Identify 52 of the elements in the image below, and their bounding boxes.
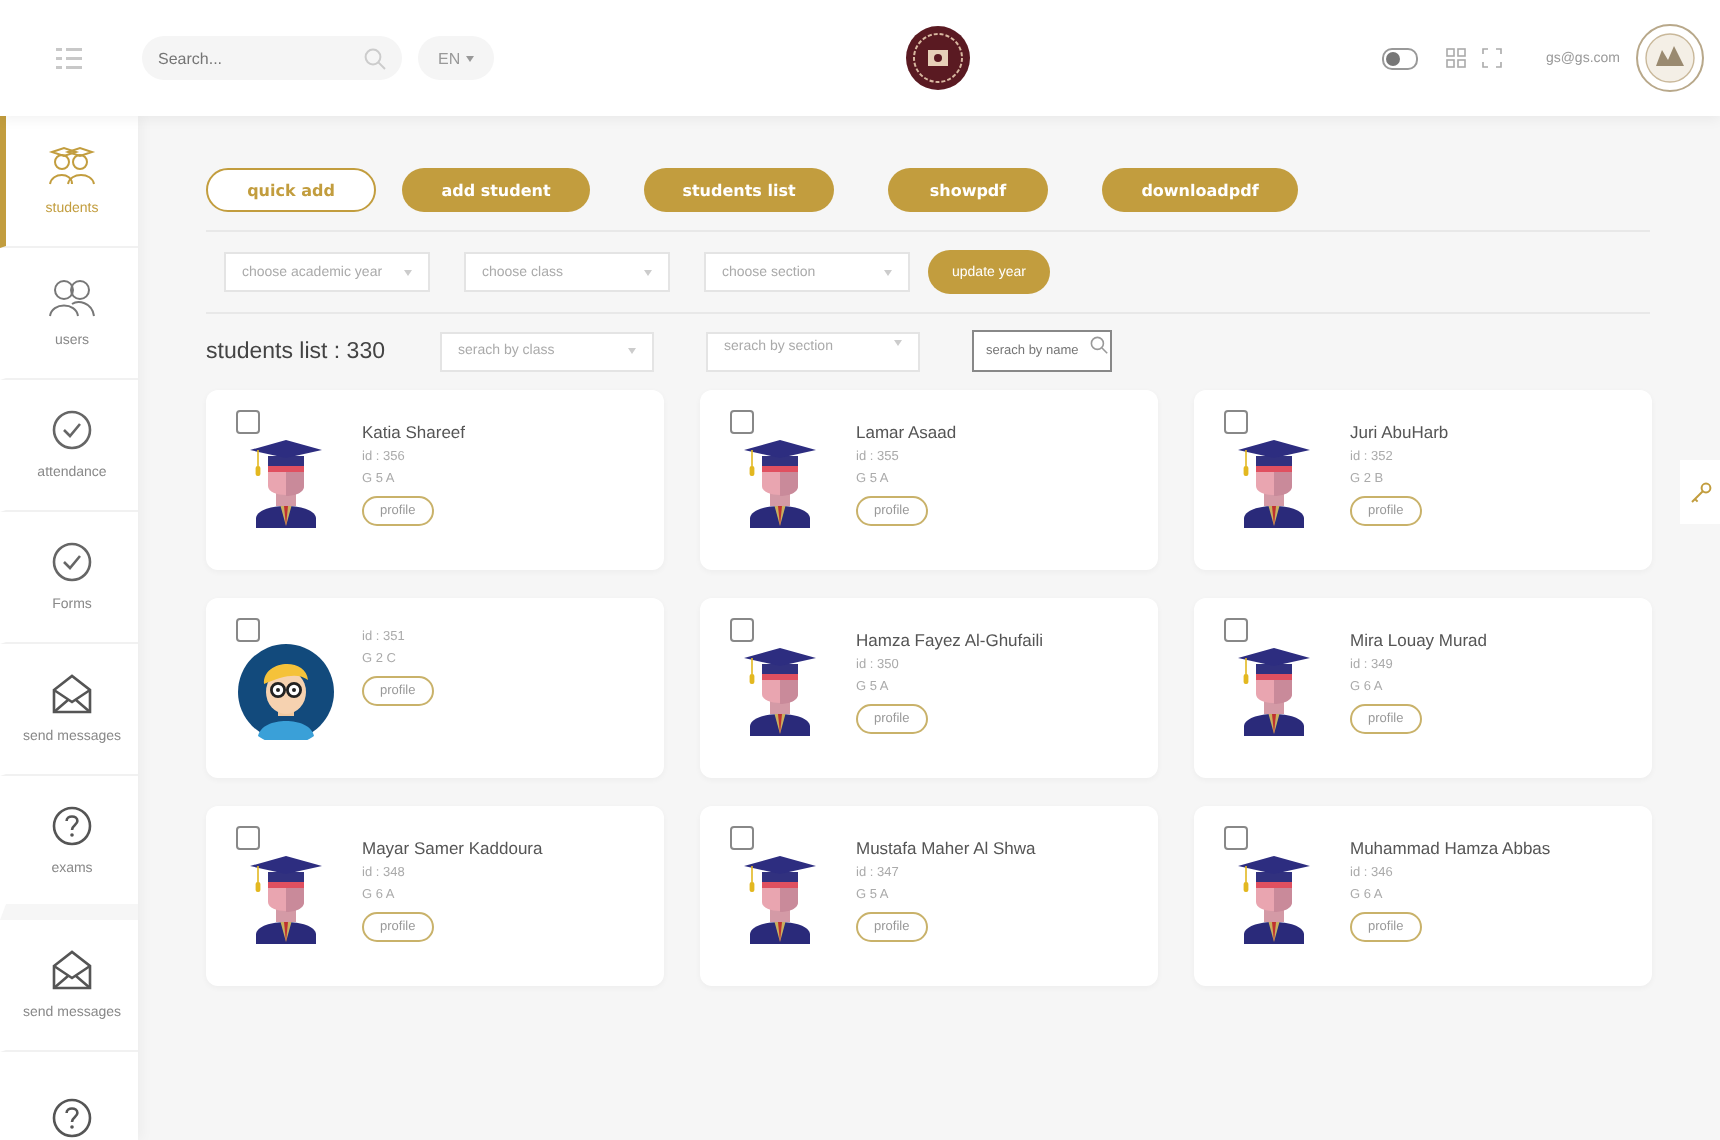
search-field[interactable]: Search... <box>142 36 402 80</box>
students-icon <box>48 146 96 186</box>
graduate-avatar-drawing <box>250 854 322 946</box>
boy-avatar-drawing <box>238 644 334 740</box>
action-button[interactable]: quick add <box>206 168 376 212</box>
student-name: Mustafa Maher Al Shwa <box>856 838 1036 858</box>
action-button[interactable]: students list <box>644 168 834 212</box>
select-checkbox[interactable] <box>236 410 260 434</box>
select-checkbox[interactable] <box>1224 410 1248 434</box>
fullscreen-icon[interactable] <box>1481 48 1502 68</box>
help-icon <box>52 805 92 845</box>
student-name: Katia Shareef <box>362 422 466 442</box>
students-count-title: students list : 330 <box>206 339 387 363</box>
envelope-icon <box>52 674 92 714</box>
school-emblem-avatar[interactable] <box>1636 24 1704 92</box>
search-icon <box>364 47 386 69</box>
student-name: Lamar Asaad <box>856 422 957 442</box>
student-name: Mira Louay Murad <box>1350 630 1488 650</box>
envelope-icon <box>52 950 92 990</box>
graduate-avatar-drawing <box>250 438 322 530</box>
graduate-avatar-drawing <box>1238 854 1310 946</box>
graduate-avatar-drawing <box>744 854 816 946</box>
action-button[interactable]: downloadpdf <box>1102 168 1298 212</box>
select-checkbox[interactable] <box>730 410 754 434</box>
select-checkbox[interactable] <box>1224 618 1248 642</box>
graduate-avatar-drawing <box>744 646 816 738</box>
select-checkbox[interactable] <box>730 618 754 642</box>
users-icon <box>48 278 96 318</box>
school-logo <box>906 26 971 90</box>
select-checkbox[interactable] <box>236 618 260 642</box>
student-name: Juri AbuHarb <box>1350 422 1449 442</box>
language-dropdown[interactable]: EN <box>418 36 495 80</box>
search-icon <box>1090 336 1108 354</box>
student-name: Muhammad Hamza Abbas <box>1350 838 1551 858</box>
select-checkbox[interactable] <box>730 826 754 850</box>
action-button[interactable]: add student <box>402 168 590 212</box>
check-circle-icon <box>52 542 92 582</box>
select-checkbox[interactable] <box>1224 826 1248 850</box>
settings-tab[interactable] <box>1680 460 1720 524</box>
grid-icon[interactable] <box>1445 48 1466 68</box>
dark-mode-toggle[interactable] <box>1381 47 1418 69</box>
student-name: Mayar Samer Kaddoura <box>362 838 543 858</box>
graduate-avatar-drawing <box>1238 646 1310 738</box>
graduate-avatar-drawing <box>1238 438 1310 530</box>
graduate-avatar-drawing <box>744 438 816 530</box>
check-circle-icon <box>52 410 92 450</box>
student-name: Hamza Fayez Al-Ghufaili <box>856 630 1044 650</box>
action-button[interactable]: showpdf <box>888 168 1048 212</box>
caret-icon <box>466 55 475 61</box>
key-icon <box>1689 481 1711 503</box>
help-icon <box>52 1097 92 1137</box>
select-checkbox[interactable] <box>236 826 260 850</box>
